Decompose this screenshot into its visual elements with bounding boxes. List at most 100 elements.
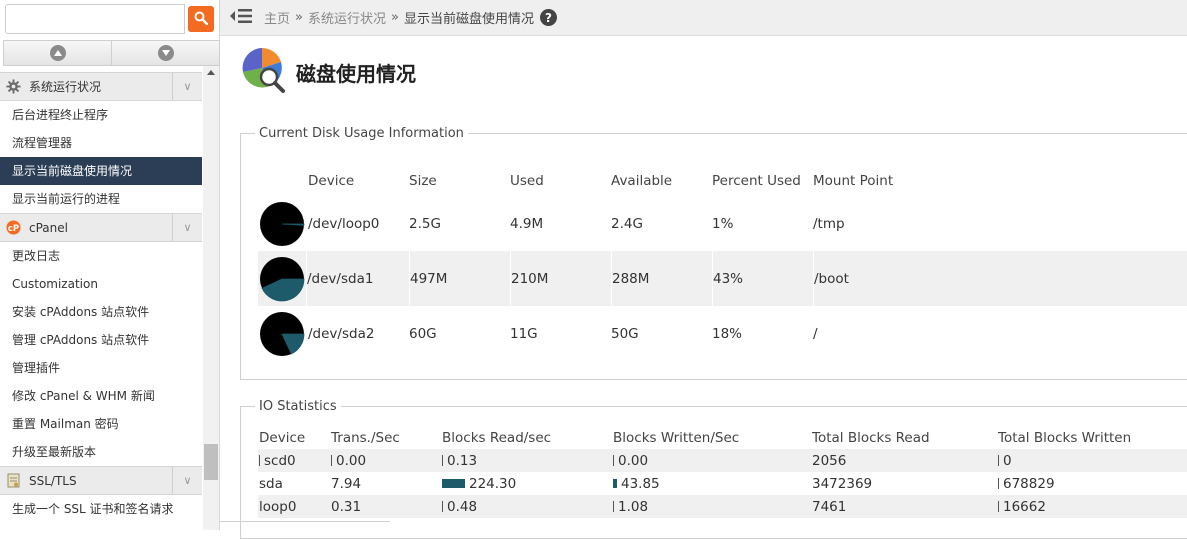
- cell-blocks-written-text: 0.00: [618, 452, 649, 469]
- breadcrumb: 主页 » 系统运行状况 » 显示当前磁盘使用情况: [264, 8, 534, 27]
- blocks-read-bar: [442, 479, 465, 488]
- scrollbar-thumb[interactable]: [204, 444, 218, 480]
- column-header-used: Used: [510, 173, 544, 189]
- cell-blocks-read-text: 224.30: [469, 475, 517, 492]
- sidebar-item-generate-ssl[interactable]: 生成一个 SSL 证书和签名请求: [0, 495, 202, 523]
- table-header: Device Trans./Sec Blocks Read/sec Blocks…: [258, 427, 1187, 449]
- io-statistics-table: Device Trans./Sec Blocks Read/sec Blocks…: [258, 427, 1187, 518]
- sidebar-group-cpanel[interactable]: cP cPanel ∨: [0, 213, 202, 242]
- sidebar-item-reset-mailman[interactable]: 重置 Mailman 密码: [0, 410, 202, 438]
- io-statistics-legend: IO Statistics: [259, 399, 337, 414]
- chevron-up-icon: [49, 45, 66, 61]
- cell-total-written: 0: [998, 449, 1187, 472]
- search-button[interactable]: [188, 6, 214, 32]
- usage-pie: [258, 251, 306, 306]
- sidebar-item-process-manager[interactable]: 流程管理器: [0, 129, 202, 157]
- sidebar-item-disk-usage[interactable]: 显示当前磁盘使用情况: [0, 157, 202, 185]
- sidebar-item-install-cpaddons[interactable]: 安装 cPAddons 站点软件: [0, 298, 202, 326]
- cell-blocks-read: 0.13: [442, 449, 613, 472]
- sidebar-group-system-health[interactable]: 系统运行状况 ∨: [0, 72, 202, 101]
- cell-device: /dev/loop0: [308, 215, 380, 232]
- cell-blocks-read-text: 0.48: [447, 498, 478, 515]
- sidebar-item-changelog[interactable]: 更改日志: [0, 242, 202, 270]
- column-header-available: Available: [611, 173, 673, 189]
- column-header-device: Device: [308, 173, 355, 189]
- cell-used: 11G: [510, 325, 538, 342]
- breadcrumb-home[interactable]: 主页: [264, 8, 290, 27]
- cell-blocks-read-text: 0.13: [447, 452, 478, 469]
- cell-percent-used: 43%: [712, 251, 813, 306]
- table-row: sda 7.94 224.30 43.85 3472369 678829: [258, 472, 1187, 495]
- sidebar-scrollbar[interactable]: [203, 66, 219, 530]
- breadcrumb-section[interactable]: 系统运行状况: [308, 8, 386, 27]
- cell-percent-used: 1%: [712, 215, 734, 232]
- cell-available: 288M: [611, 251, 712, 306]
- sidebar-item-upgrade[interactable]: 升级至最新版本: [0, 438, 202, 466]
- column-header-blocks-read-sec: Blocks Read/sec: [442, 430, 552, 446]
- usage-pie-chart: [260, 201, 305, 246]
- table-header: Device Size Used Available Percent Used …: [258, 166, 1187, 196]
- cell-total-written-text: 16662: [1003, 498, 1046, 515]
- cell-total-written-text: 0: [1003, 452, 1012, 469]
- table-row: scd0 0.00 0.13 0.00 2056 0: [258, 449, 1187, 472]
- column-header-size: Size: [409, 173, 437, 189]
- sidebar-group-label: 系统运行状况: [29, 80, 102, 94]
- usage-pie: [258, 306, 306, 361]
- cell-size: 497M: [409, 251, 510, 306]
- sidebar-group-label: SSL/TLS: [29, 473, 77, 488]
- sidebar-group-ssl-tls[interactable]: SSL/TLS ∨: [0, 466, 202, 495]
- chevron-down-icon[interactable]: ∨: [172, 73, 202, 100]
- total-written-bar: [998, 501, 999, 512]
- cell-used: 210M: [510, 251, 611, 306]
- help-icon[interactable]: ?: [539, 9, 557, 26]
- cell-trans-sec: 7.94: [331, 475, 362, 492]
- cell-trans-sec-text: 0.00: [336, 452, 367, 469]
- usage-pie-chart: [260, 256, 305, 301]
- table-row: /dev/sda1 497M 210M 288M 43% /boot: [258, 251, 1187, 306]
- column-header-total-blocks-read: Total Blocks Read: [812, 430, 930, 446]
- sidebar-menu: 系统运行状况 ∨ 后台进程终止程序 流程管理器 显示当前磁盘使用情况 显示当前运…: [0, 72, 202, 523]
- collapse-all-button[interactable]: [3, 40, 112, 66]
- search-input[interactable]: [5, 4, 185, 34]
- sidebar-item-manage-plugins[interactable]: 管理插件: [0, 354, 202, 382]
- collapse-controls: [3, 40, 220, 66]
- search-bar: [5, 4, 214, 34]
- table-row: /dev/loop0 2.5G 4.9M 2.4G 1% /tmp: [258, 196, 1187, 251]
- sidebar-item-modify-news[interactable]: 修改 cPanel & WHM 新闻: [0, 382, 202, 410]
- breadcrumb-separator: »: [391, 10, 399, 25]
- divider: [220, 521, 390, 522]
- sidebar-item-customization[interactable]: Customization: [0, 270, 202, 298]
- total-written-bar: [998, 455, 999, 466]
- disk-usage-legend: Current Disk Usage Information: [259, 126, 464, 141]
- collapse-menu-icon: [230, 8, 252, 28]
- cell-available: 2.4G: [611, 215, 643, 232]
- cell-device: loop0: [259, 498, 297, 515]
- cell-blocks-written: 0.00: [613, 449, 812, 472]
- nav-toggle-button[interactable]: [228, 8, 254, 28]
- column-header-device: Device: [259, 430, 306, 446]
- blocks-written-bar: [613, 501, 614, 512]
- breadcrumb-separator: »: [295, 10, 303, 25]
- usage-pie-chart: [260, 311, 305, 356]
- expand-all-button[interactable]: [112, 40, 220, 66]
- cell-total-written-text: 678829: [1003, 475, 1055, 492]
- table-row: loop0 0.31 0.48 1.08 7461 16662: [258, 495, 1187, 518]
- column-header-blocks-written-sec: Blocks Written/Sec: [613, 430, 740, 446]
- cell-device: /dev/sda2: [308, 325, 375, 342]
- sidebar-item-background-killer[interactable]: 后台进程终止程序: [0, 101, 202, 129]
- bar-marker: [259, 455, 260, 466]
- sidebar-item-manage-cpaddons[interactable]: 管理 cPAddons 站点软件: [0, 326, 202, 354]
- svg-text:cP: cP: [7, 223, 18, 233]
- disk-usage-table: Device Size Used Available Percent Used …: [258, 166, 1187, 361]
- scroll-up-icon[interactable]: [207, 70, 215, 75]
- cell-available: 50G: [611, 325, 639, 342]
- cell-blocks-written: 43.85: [613, 472, 812, 495]
- cell-total-written: 678829: [998, 472, 1187, 495]
- chevron-down-icon[interactable]: ∨: [172, 467, 202, 494]
- column-header-total-blocks-written: Total Blocks Written: [998, 430, 1132, 446]
- page-title: 磁盘使用情况: [296, 61, 416, 86]
- sidebar-item-running-processes[interactable]: 显示当前运行的进程: [0, 185, 202, 213]
- cell-used: 4.9M: [510, 215, 544, 232]
- chevron-down-icon[interactable]: ∨: [172, 214, 202, 241]
- blocks-written-bar: [613, 479, 617, 488]
